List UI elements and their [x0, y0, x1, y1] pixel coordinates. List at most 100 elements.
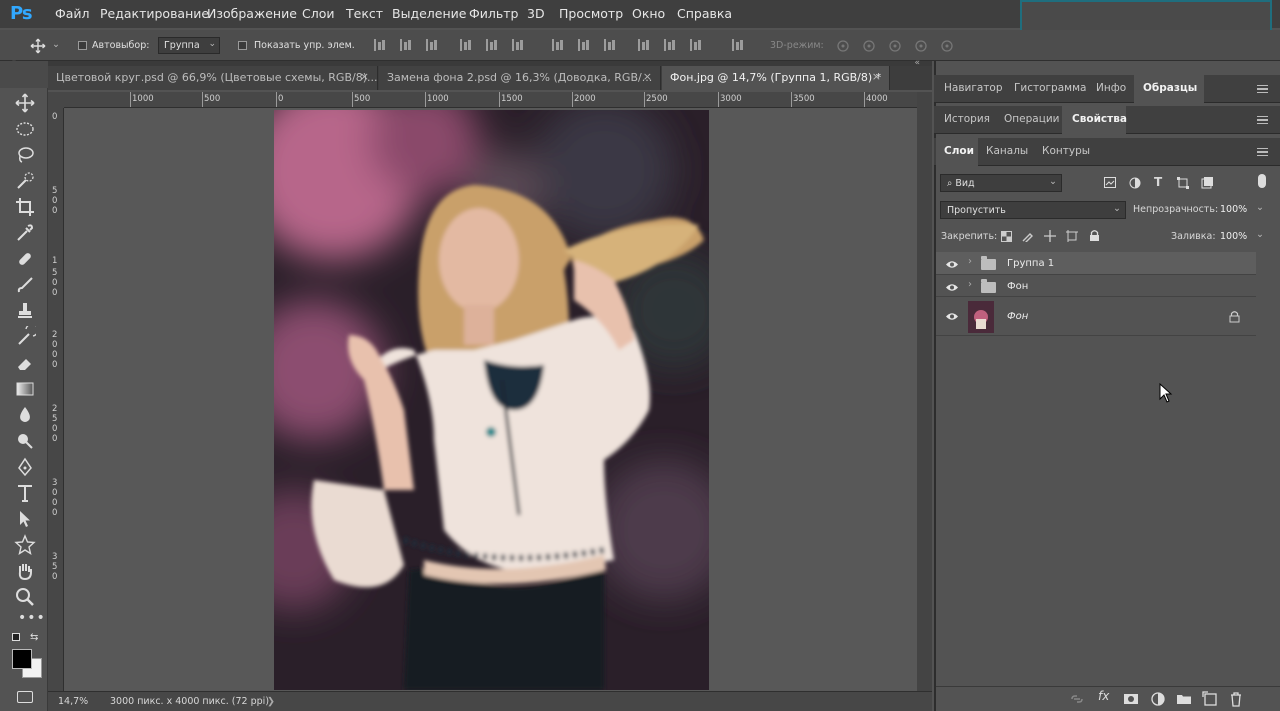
eye-icon[interactable]	[945, 260, 959, 269]
filter-adjustment-icon[interactable]	[1129, 177, 1141, 189]
tab-paths[interactable]: Контуры	[1042, 145, 1090, 157]
layer-filter-dropdown[interactable]: ⌕ Вид ⌄	[940, 174, 1062, 192]
vertical-ruler[interactable]: 05001500200025003000350	[48, 108, 64, 691]
filter-toggle-switch[interactable]	[1258, 174, 1266, 188]
clone-stamp-icon[interactable]	[14, 300, 36, 322]
hand-icon[interactable]	[14, 560, 36, 582]
panel-menu-icon[interactable]	[1257, 85, 1268, 93]
menu-item[interactable]: Изображение	[207, 6, 297, 21]
close-icon[interactable]: ×	[872, 70, 881, 83]
auto-align-icon[interactable]	[730, 38, 744, 52]
brush-icon[interactable]	[14, 274, 36, 296]
tool-preset-chevron-icon[interactable]: ⌄	[52, 39, 60, 50]
tab-properties[interactable]: Свойства	[1072, 113, 1127, 125]
filter-pixel-icon[interactable]	[1104, 177, 1116, 188]
layer-row[interactable]: › Фон	[936, 275, 1256, 297]
menu-item[interactable]: Слои	[302, 6, 335, 21]
tab-replace-bg[interactable]: Замена фона 2.psd @ 16,3% (Доводка, RGB/…	[379, 66, 661, 90]
distribute-vcenter-icon[interactable]	[576, 38, 590, 52]
elliptical-marquee-icon[interactable]	[14, 118, 36, 140]
adjustment-icon[interactable]	[1150, 691, 1166, 707]
fill-value[interactable]: 100%	[1220, 231, 1247, 242]
distribute-bottom-icon[interactable]	[602, 38, 616, 52]
new-layer-icon[interactable]	[1202, 691, 1218, 707]
tab-history[interactable]: История	[944, 113, 990, 125]
document-image[interactable]	[274, 110, 709, 690]
type-icon[interactable]	[14, 482, 36, 504]
pen-icon[interactable]	[14, 456, 36, 478]
eye-icon[interactable]	[945, 283, 959, 292]
menu-item[interactable]: Выделение	[392, 6, 466, 21]
align-vcenter-icon[interactable]	[398, 38, 412, 52]
menu-item[interactable]: Окно	[632, 6, 665, 21]
distribute-top-icon[interactable]	[550, 38, 564, 52]
align-bottom-icon[interactable]	[424, 38, 438, 52]
align-left-icon[interactable]	[458, 38, 472, 52]
quick-mask-icon[interactable]	[17, 691, 33, 703]
filter-smart-object-icon[interactable]	[1201, 177, 1213, 189]
healing-brush-icon[interactable]	[14, 248, 36, 270]
eraser-icon[interactable]	[14, 352, 36, 374]
tab-background-jpg[interactable]: Фон.jpg @ 14,7% (Группа 1, RGB/8) * ×	[662, 66, 890, 90]
align-hcenter-icon[interactable]	[484, 38, 498, 52]
trash-icon[interactable]	[1228, 691, 1244, 707]
swap-colors-icon[interactable]: ⇆	[30, 632, 38, 643]
foreground-color-swatch[interactable]	[12, 649, 32, 669]
zoom-icon[interactable]	[14, 586, 36, 608]
move-tool-icon[interactable]	[30, 38, 46, 54]
menu-item[interactable]: Фильтр	[469, 6, 518, 21]
close-icon[interactable]: ×	[643, 70, 652, 83]
lock-position-icon[interactable]	[1044, 230, 1056, 242]
autoselect-checkbox[interactable]	[78, 41, 87, 50]
autoselect-dropdown[interactable]: Группа ⌄	[158, 37, 220, 54]
menu-item[interactable]: Текст	[346, 6, 383, 21]
tab-swatches[interactable]: Образцы	[1143, 82, 1197, 94]
panel-menu-icon[interactable]	[1257, 116, 1268, 124]
filter-type-icon[interactable]: T	[1154, 175, 1162, 189]
align-right-icon[interactable]	[510, 38, 524, 52]
dodge-icon[interactable]	[14, 430, 36, 452]
fx-icon[interactable]: fx	[1098, 689, 1109, 703]
move-tool-icon[interactable]	[14, 92, 36, 114]
menu-item[interactable]: 3D	[527, 6, 545, 21]
menu-item[interactable]: Файл	[55, 6, 90, 21]
tab-layers[interactable]: Слои	[944, 145, 974, 157]
vertical-scrollbar[interactable]	[917, 92, 932, 691]
lock-all-icon[interactable]	[1089, 229, 1100, 242]
gradient-icon[interactable]	[14, 378, 36, 400]
tab-color-wheel[interactable]: Цветовой круг.psd @ 66,9% (Цветовые схем…	[48, 66, 378, 90]
lock-transparent-icon[interactable]	[1001, 231, 1012, 242]
distribute-hcenter-icon[interactable]	[662, 38, 676, 52]
opacity-value[interactable]: 100%	[1220, 204, 1247, 215]
more-tools-icon[interactable]: •••	[18, 610, 46, 626]
menu-item[interactable]: Просмотр	[559, 6, 623, 21]
blur-icon[interactable]	[14, 404, 36, 426]
status-menu-arrow-icon[interactable]: ❯	[267, 696, 275, 707]
pan-3d-icon[interactable]	[888, 38, 902, 52]
path-selection-icon[interactable]	[14, 508, 36, 530]
tab-actions[interactable]: Операции	[1004, 113, 1059, 125]
default-colors-icon[interactable]	[12, 633, 20, 641]
show-controls-checkbox[interactable]	[238, 41, 247, 50]
link-icon[interactable]	[1069, 691, 1085, 707]
lock-artboard-icon[interactable]	[1066, 230, 1078, 242]
orbit-3d-icon[interactable]	[836, 38, 850, 52]
eye-icon[interactable]	[945, 312, 959, 321]
roll-3d-icon[interactable]	[862, 38, 876, 52]
zoom-level[interactable]: 14,7%	[58, 696, 88, 707]
layer-row[interactable]: › Группа 1	[936, 252, 1256, 275]
tab-info[interactable]: Инфо	[1096, 82, 1126, 94]
panel-menu-icon[interactable]	[1257, 148, 1268, 156]
horizontal-ruler[interactable]: 1000 500 0 500 1000 1500 2000 2500 3000 3500 4000	[64, 92, 917, 108]
menu-item[interactable]: Редактирование	[100, 6, 209, 21]
distribute-left-icon[interactable]	[636, 38, 650, 52]
lock-pixels-icon[interactable]	[1022, 230, 1034, 242]
blend-mode-dropdown[interactable]: Пропустить ⌄	[940, 201, 1126, 219]
tab-navigator[interactable]: Навигатор	[944, 82, 1003, 94]
chevron-right-icon[interactable]: ›	[968, 279, 972, 290]
new-group-icon[interactable]	[1176, 691, 1192, 707]
quick-selection-icon[interactable]	[14, 170, 36, 192]
slide-3d-icon[interactable]	[914, 38, 928, 52]
layer-row[interactable]: Фон	[936, 298, 1256, 336]
close-icon[interactable]: ×	[360, 70, 369, 83]
